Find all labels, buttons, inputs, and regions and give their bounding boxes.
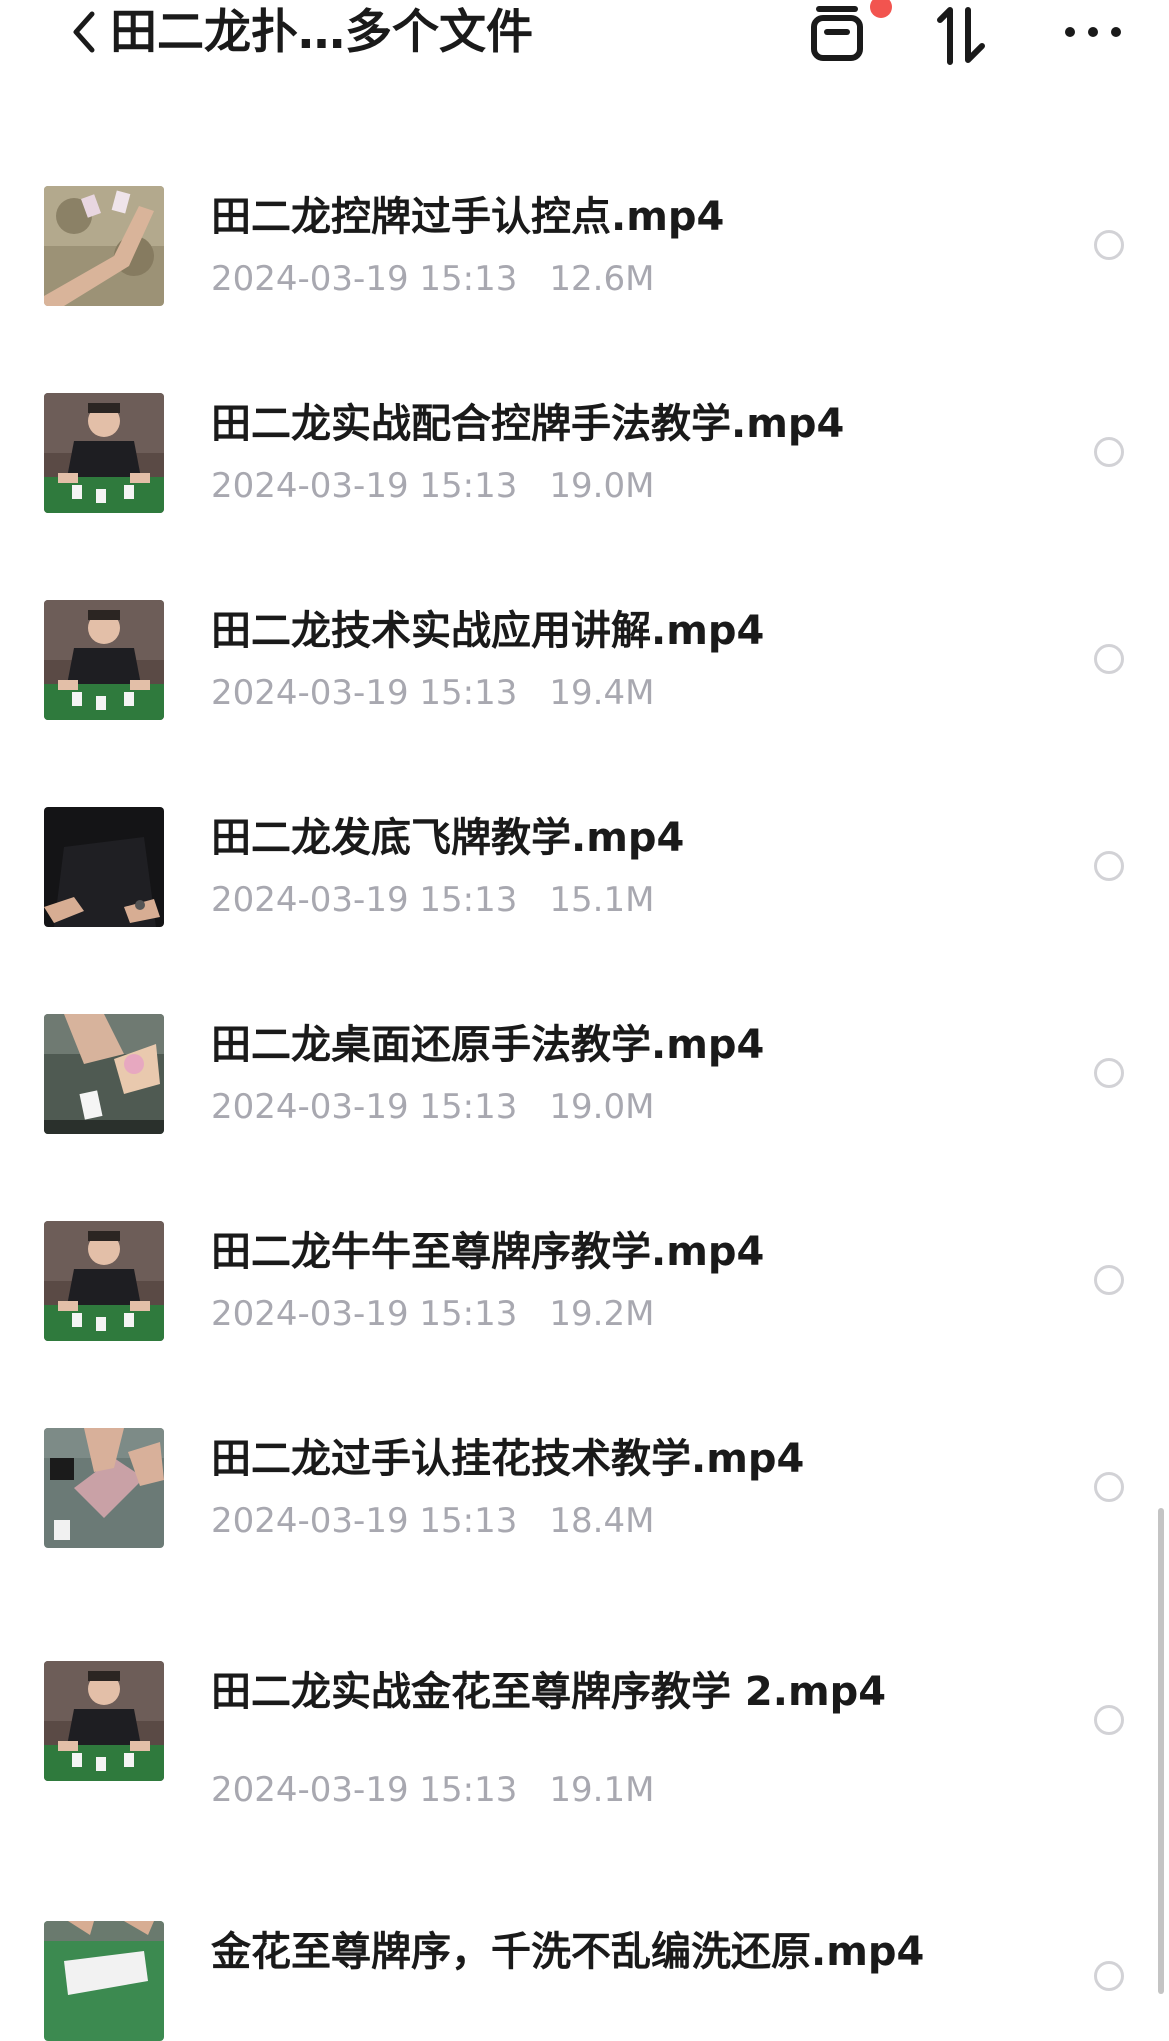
file-date: 2024-03-19 15:13 bbox=[211, 1501, 518, 1541]
scrollbar[interactable] bbox=[1158, 1508, 1164, 1994]
file-name: 田二龙控牌过手认控点.mp4 bbox=[211, 194, 725, 240]
file-date: 2024-03-19 15:13 bbox=[211, 1294, 518, 1334]
file-name: 田二龙技术实战应用讲解.mp4 bbox=[211, 608, 765, 654]
file-size: 19.2M bbox=[549, 1294, 655, 1334]
recycle-bin-icon[interactable] bbox=[805, 2, 871, 64]
file-meta: 2024-03-19 15:13 18.4M bbox=[211, 1499, 654, 1543]
file-name: 田二龙过手认挂花技术教学.mp4 bbox=[211, 1436, 805, 1482]
page-title: 田二龙扑…多个文件 bbox=[110, 5, 533, 60]
file-size: 15.1M bbox=[549, 880, 655, 920]
top-bar: 田二龙扑…多个文件 bbox=[0, 0, 1169, 76]
file-row[interactable]: 田二龙牛牛至尊牌序教学.mp4 2024-03-19 15:13 19.2M bbox=[0, 1185, 1169, 1341]
file-date: 2024-03-19 15:13 bbox=[211, 466, 518, 506]
file-row[interactable]: 田二龙过手认挂花技术教学.mp4 2024-03-19 15:13 18.4M bbox=[0, 1392, 1169, 1548]
file-date: 2024-03-19 15:13 bbox=[211, 1087, 518, 1127]
select-radio[interactable] bbox=[1094, 1705, 1124, 1735]
file-row[interactable]: 田二龙桌面还原手法教学.mp4 2024-03-19 15:13 19.0M bbox=[0, 978, 1169, 1134]
file-size: 19.4M bbox=[549, 673, 655, 713]
file-size: 12.6M bbox=[549, 259, 655, 299]
select-radio[interactable] bbox=[1094, 230, 1124, 260]
video-thumbnail bbox=[44, 807, 164, 927]
select-radio[interactable] bbox=[1094, 644, 1124, 674]
video-thumbnail bbox=[44, 1661, 164, 1781]
file-date: 2024-03-19 15:13 bbox=[211, 259, 518, 299]
more-icon[interactable] bbox=[1062, 22, 1126, 42]
video-thumbnail bbox=[44, 1014, 164, 1134]
select-radio[interactable] bbox=[1094, 851, 1124, 881]
file-meta: 2024-03-19 15:13 19.1M bbox=[211, 1768, 654, 1812]
file-name: 田二龙实战金花至尊牌序教学 2.mp4 bbox=[211, 1669, 887, 1715]
video-thumbnail bbox=[44, 393, 164, 513]
file-meta: 2024-03-19 15:13 19.2M bbox=[211, 1292, 654, 1336]
file-name: 田二龙桌面还原手法教学.mp4 bbox=[211, 1022, 765, 1068]
file-meta: 2024-03-19 15:13 15.1M bbox=[211, 878, 654, 922]
file-size: 19.1M bbox=[549, 1770, 655, 1810]
file-meta: 2024-03-19 15:13 12.6M bbox=[211, 257, 654, 301]
select-radio[interactable] bbox=[1094, 1961, 1124, 1991]
select-radio[interactable] bbox=[1094, 1058, 1124, 1088]
file-row[interactable]: 金花至尊牌序，千洗不乱编洗还原.mp4 bbox=[0, 1885, 1169, 2041]
file-row[interactable]: 田二龙实战金花至尊牌序教学 2.mp4 2024-03-19 15:13 19.1M bbox=[0, 1625, 1169, 1810]
select-radio[interactable] bbox=[1094, 1472, 1124, 1502]
video-thumbnail bbox=[44, 1428, 164, 1548]
select-radio[interactable] bbox=[1094, 1265, 1124, 1295]
notification-dot bbox=[870, 0, 892, 18]
file-row[interactable]: 田二龙实战配合控牌手法教学.mp4 2024-03-19 15:13 19.0M bbox=[0, 357, 1169, 513]
file-size: 18.4M bbox=[549, 1501, 655, 1541]
video-thumbnail bbox=[44, 600, 164, 720]
file-row[interactable]: 田二龙发底飞牌教学.mp4 2024-03-19 15:13 15.1M bbox=[0, 771, 1169, 927]
file-name: 金花至尊牌序，千洗不乱编洗还原.mp4 bbox=[211, 1929, 925, 1975]
video-thumbnail bbox=[44, 186, 164, 306]
file-row[interactable]: 田二龙技术实战应用讲解.mp4 2024-03-19 15:13 19.4M bbox=[0, 564, 1169, 720]
file-date: 2024-03-19 15:13 bbox=[211, 880, 518, 920]
file-size: 19.0M bbox=[549, 466, 655, 506]
file-date: 2024-03-19 15:13 bbox=[211, 1770, 518, 1810]
file-date: 2024-03-19 15:13 bbox=[211, 673, 518, 713]
file-name: 田二龙实战配合控牌手法教学.mp4 bbox=[211, 401, 845, 447]
file-name: 田二龙发底飞牌教学.mp4 bbox=[211, 815, 685, 861]
file-size: 19.0M bbox=[549, 1087, 655, 1127]
file-name: 田二龙牛牛至尊牌序教学.mp4 bbox=[211, 1229, 765, 1275]
file-meta: 2024-03-19 15:13 19.4M bbox=[211, 671, 654, 715]
sort-icon[interactable] bbox=[932, 4, 996, 66]
file-meta: 2024-03-19 15:13 19.0M bbox=[211, 464, 654, 508]
select-radio[interactable] bbox=[1094, 437, 1124, 467]
file-row[interactable]: 田二龙控牌过手认控点.mp4 2024-03-19 15:13 12.6M bbox=[0, 150, 1169, 306]
video-thumbnail bbox=[44, 1221, 164, 1341]
video-thumbnail bbox=[44, 1921, 164, 2041]
file-meta: 2024-03-19 15:13 19.0M bbox=[211, 1085, 654, 1129]
chevron-left-icon[interactable] bbox=[68, 8, 102, 56]
